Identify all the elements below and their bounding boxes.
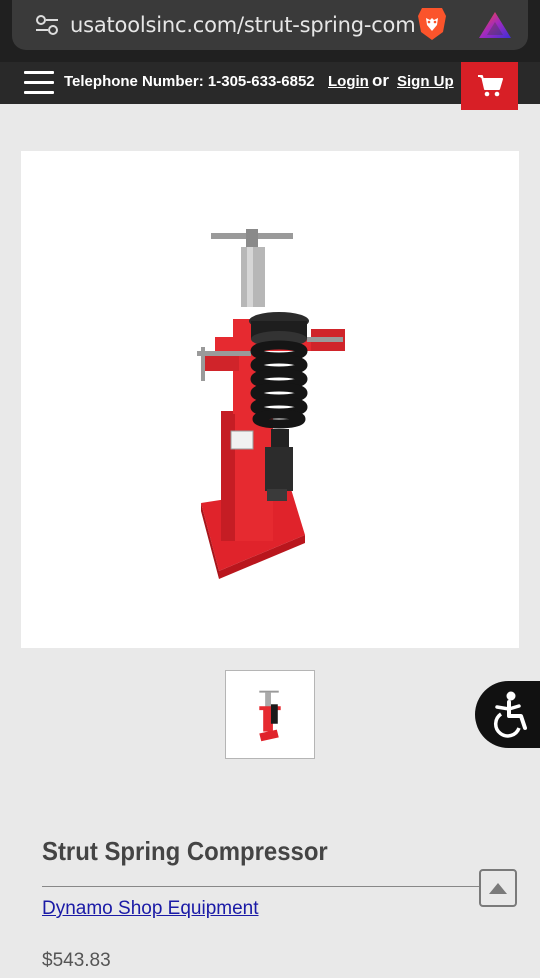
scroll-to-top-icon — [489, 883, 507, 894]
brave-lion-icon[interactable] — [416, 6, 448, 42]
site-settings-icon[interactable] — [34, 12, 60, 38]
scroll-to-top-button[interactable] — [479, 869, 517, 907]
strut-spring-compressor-image — [197, 229, 345, 579]
accessibility-icon — [493, 691, 527, 738]
url-field-container[interactable]: usatoolsinc.com/strut-spring-compressor — [12, 0, 528, 50]
cart-button[interactable] — [461, 62, 518, 110]
shopping-cart-icon — [477, 75, 503, 97]
browser-address-bar: usatoolsinc.com/strut-spring-compressor — [0, 0, 540, 62]
accessibility-button[interactable] — [475, 681, 540, 748]
site-header: Telephone Number: 1-305-633-6852 Login o… — [0, 62, 540, 104]
brand-link[interactable]: Dynamo Shop Equipment — [42, 898, 259, 920]
telephone-number: Telephone Number: 1-305-633-6852 — [64, 73, 315, 90]
url-text[interactable]: usatoolsinc.com/strut-spring-compressor — [70, 9, 415, 41]
product-thumbnail[interactable] — [225, 670, 315, 759]
or-separator: or — [372, 71, 389, 90]
title-divider — [42, 886, 482, 887]
sign-up-link[interactable]: Sign Up — [397, 73, 454, 90]
product-title: Strut Spring Compressor — [42, 836, 328, 866]
login-link[interactable]: Login — [328, 73, 369, 90]
product-main-image[interactable] — [21, 151, 519, 648]
product-price: $543.83 — [42, 950, 111, 971]
hamburger-menu-icon[interactable] — [24, 71, 54, 95]
brave-rewards-icon[interactable] — [478, 10, 512, 40]
thumbnail-image — [234, 679, 306, 750]
